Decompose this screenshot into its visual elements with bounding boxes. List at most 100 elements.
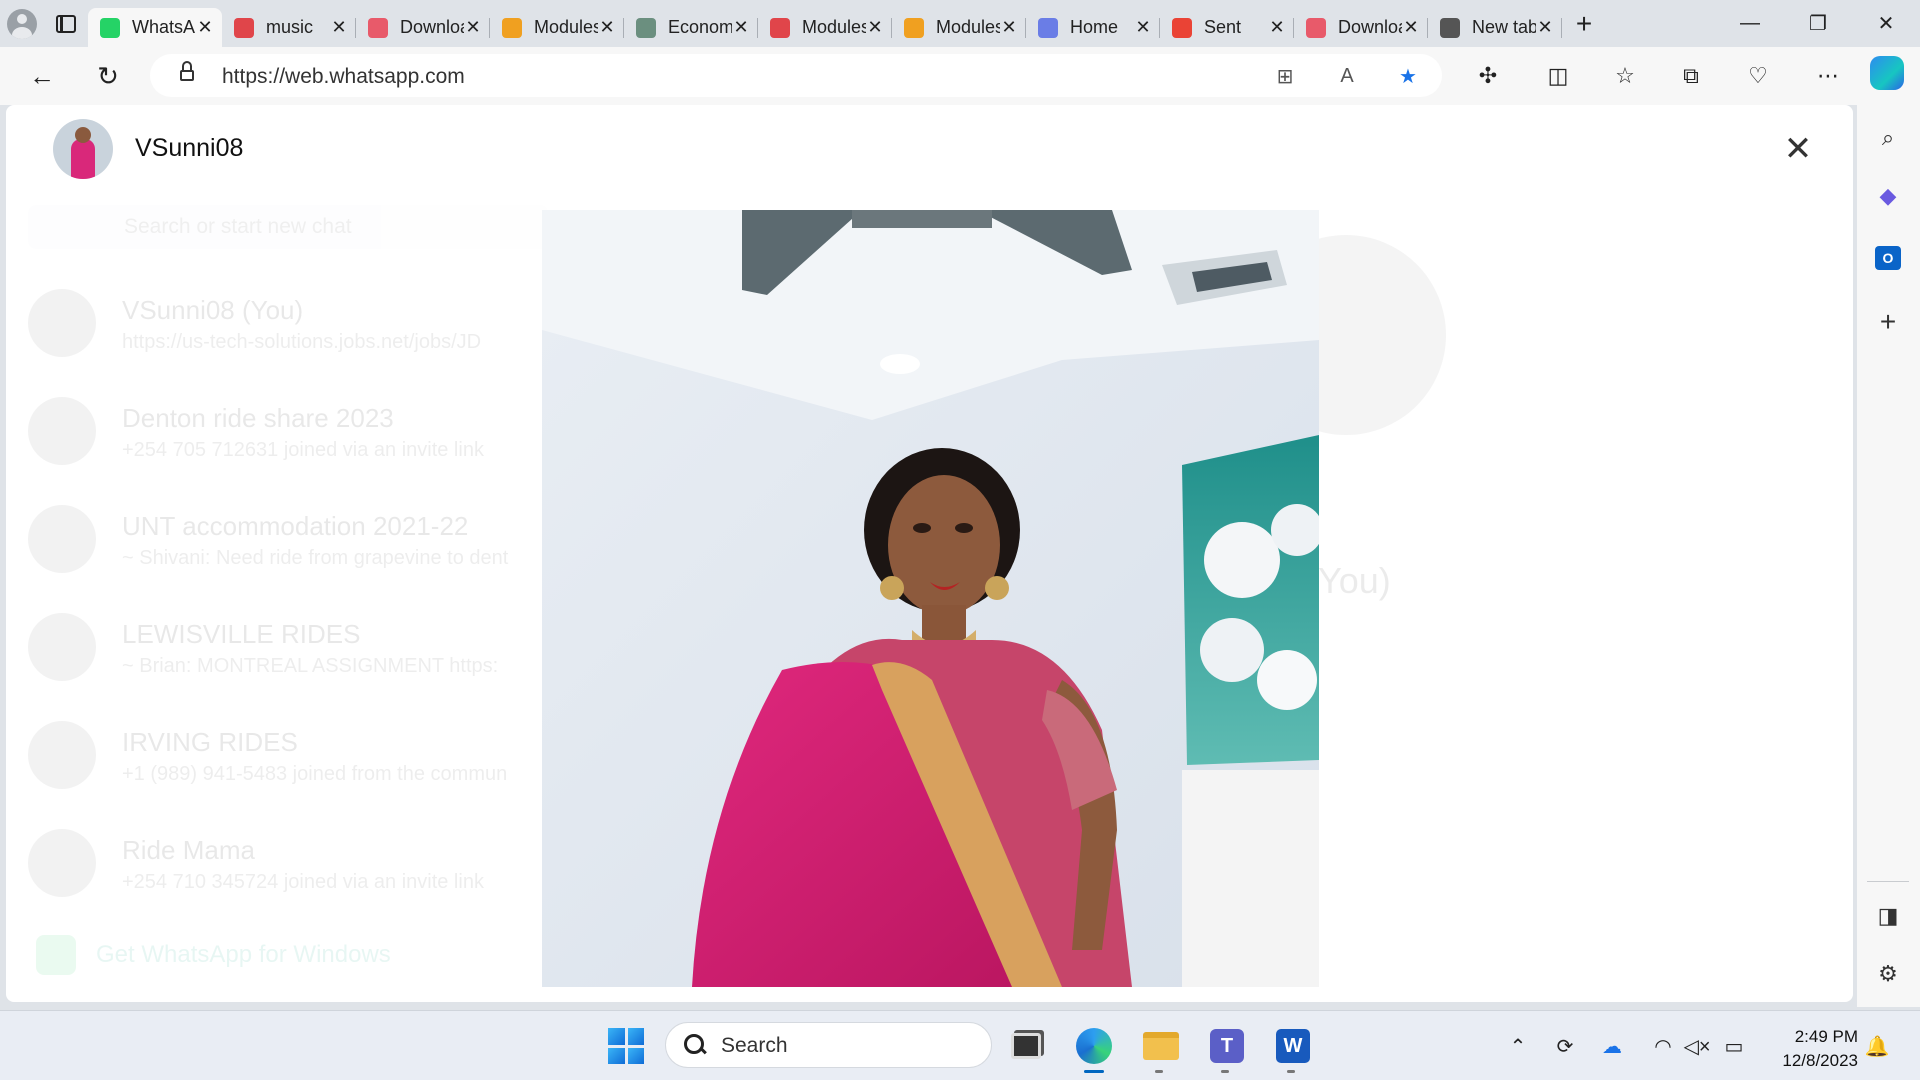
web-content: Search or start new chat VSunni08 (You) h… [6,105,1853,1002]
volume-muted-icon[interactable]: ◁× [1682,1031,1712,1061]
address-bar[interactable]: https://web.whatsapp.com ⊞ A ★ [150,54,1442,97]
favorites-icon[interactable]: ☆ [1605,56,1645,96]
windows-taskbar: Search T W ⌃ ⟳ ☁ ◠ ◁× ▭ 2:49 PM 12/8/202… [0,1010,1920,1080]
browser-tab[interactable]: Home ✕ [1026,8,1160,47]
close-tab-icon[interactable]: ✕ [732,17,750,38]
edge-taskbar-button[interactable] [1071,1023,1117,1073]
sync-icon[interactable]: ⟳ [1550,1031,1580,1061]
copilot-icon[interactable] [1870,56,1904,90]
search-icon [684,1034,706,1056]
chat-list-item: Ride Mama +254 710 345724 joined via an i… [28,815,588,915]
chat-avatar [28,613,96,681]
browser-tab[interactable]: music ✕ [222,8,356,47]
extensions-icon[interactable]: ✣ [1468,56,1508,96]
settings-more-icon[interactable]: ⋯ [1808,56,1848,96]
profile-button[interactable] [0,0,44,47]
browser-tab[interactable]: Modules ✕ [892,8,1026,47]
profile-avatar-icon [7,8,37,39]
browser-tab[interactable]: Modules ✕ [758,8,892,47]
sidebar-add-icon[interactable]: + [1871,305,1905,339]
chat-name: IRVING RIDES [122,727,298,757]
browser-tab-title: Download [1338,17,1402,37]
window-close-button[interactable]: ✕ [1852,0,1920,47]
new-tab-button[interactable]: + [1562,0,1606,47]
close-tab-icon[interactable]: ✕ [598,17,616,38]
heart-icon [368,17,388,38]
get-app-link: Get WhatsApp for Windows [96,941,391,968]
close-tab-icon[interactable]: ✕ [1000,17,1018,38]
chat-preview: +1 (989) 941-5483 joined from the commun [122,763,508,785]
notifications-bell-icon[interactable]: 🔔 [1862,1031,1892,1061]
browser-tab[interactable]: Economics✕ [624,8,758,47]
browser-tab-title: Modules [534,17,598,37]
copilot-icon [1038,17,1058,38]
taskbar-search[interactable]: Search [665,1022,992,1068]
apps-icon[interactable]: ⊞ [1272,63,1298,89]
browser-tab-title: Modules [936,17,1000,37]
clock[interactable]: 2:49 PM 12/8/2023 [1768,1025,1858,1073]
teams-button[interactable]: T [1204,1023,1250,1073]
refresh-button[interactable]: ↻ [88,56,128,96]
chat-avatar [28,721,96,789]
url-text[interactable]: https://web.whatsapp.com [222,65,465,89]
outlook-icon[interactable]: O [1871,241,1905,275]
browser-tab[interactable]: Download✕ [356,8,490,47]
chat-name: Ride Mama [122,835,255,865]
browser-tab-title: Sent [1204,17,1242,37]
tab-actions-button[interactable] [44,0,88,47]
whatsapp-icon [100,17,120,38]
task-view-button[interactable] [1003,1023,1049,1069]
sidebar-divider [1867,881,1909,882]
chat-avatar [28,505,96,573]
infinity-icon [904,17,924,38]
hide-sidebar-icon[interactable]: ◨ [1871,899,1905,933]
close-tab-icon[interactable]: ✕ [1134,17,1152,38]
word-button[interactable]: W [1270,1023,1316,1073]
file-explorer-button[interactable] [1138,1023,1184,1073]
restore-button[interactable]: ❐ [1784,0,1852,47]
browser-essentials-icon[interactable]: ♡ [1738,56,1778,96]
tab-strip: WhatsApp✕music✕Download✕Modules✕Economic… [0,0,1920,47]
whatsapp-logo-icon [36,935,76,975]
close-tab-icon[interactable]: ✕ [464,17,482,38]
close-viewer-button[interactable]: ✕ [1778,129,1818,169]
browser-tab[interactable]: Download✕ [1294,8,1428,47]
close-tab-icon[interactable]: ✕ [196,17,214,38]
close-tab-icon[interactable]: ✕ [1268,17,1286,38]
onedrive-icon[interactable]: ☁ [1597,1031,1627,1061]
tab-actions-icon [56,14,76,33]
browser-tab[interactable]: Sent ✕ [1160,8,1294,47]
minimize-button[interactable]: — [1716,0,1784,47]
contact-name[interactable]: VSunni08 [135,134,243,163]
close-tab-icon[interactable]: ✕ [1402,17,1420,38]
show-hidden-icons[interactable]: ⌃ [1503,1031,1533,1061]
favorite-star-icon[interactable]: ★ [1395,63,1421,89]
chat-name: LEWISVILLE RIDES [122,619,361,649]
split-screen-icon[interactable]: ◫ [1538,56,1578,96]
browser-tab[interactable]: Modules ✕ [490,8,624,47]
browser-tab-title: New tab [1472,17,1536,37]
sidebar-search-icon[interactable]: ⌕ [1871,121,1905,155]
browser-tab[interactable]: WhatsApp✕ [88,8,222,47]
chat-list-item: UNT accommodation 2021-22 ~ Shivani: Need… [28,491,588,591]
wifi-icon[interactable]: ◠ [1648,1031,1678,1061]
browser-tab-title: music [266,17,314,37]
browser-tab[interactable]: New tab ✕ [1428,8,1562,47]
close-tab-icon[interactable]: ✕ [1536,17,1554,38]
back-button[interactable]: ← [22,56,62,96]
sidebar-copilot-icon[interactable]: ◆ [1871,179,1905,213]
collections-icon[interactable]: ⧉ [1671,56,1711,96]
sidebar-settings-icon[interactable]: ⚙ [1871,957,1905,991]
read-aloud-icon[interactable]: A [1334,63,1360,89]
close-tab-icon[interactable]: ✕ [866,17,884,38]
close-tab-icon[interactable]: ✕ [330,17,348,38]
lock-icon[interactable] [180,61,194,83]
chat-preview: +254 710 345724 joined via an invite lin… [122,871,484,893]
start-button[interactable] [608,1028,644,1064]
battery-icon[interactable]: ▭ [1719,1031,1749,1061]
chat-preview: https://us-tech-solutions.jobs.net/jobs/… [122,331,482,353]
browser-toolbar: ← ↻ https://web.whatsapp.com ⊞ A ★ ✣ ◫ ☆… [0,47,1920,105]
profile-photo [542,210,1319,987]
contact-avatar[interactable] [53,119,113,179]
infinity-icon [502,17,522,38]
